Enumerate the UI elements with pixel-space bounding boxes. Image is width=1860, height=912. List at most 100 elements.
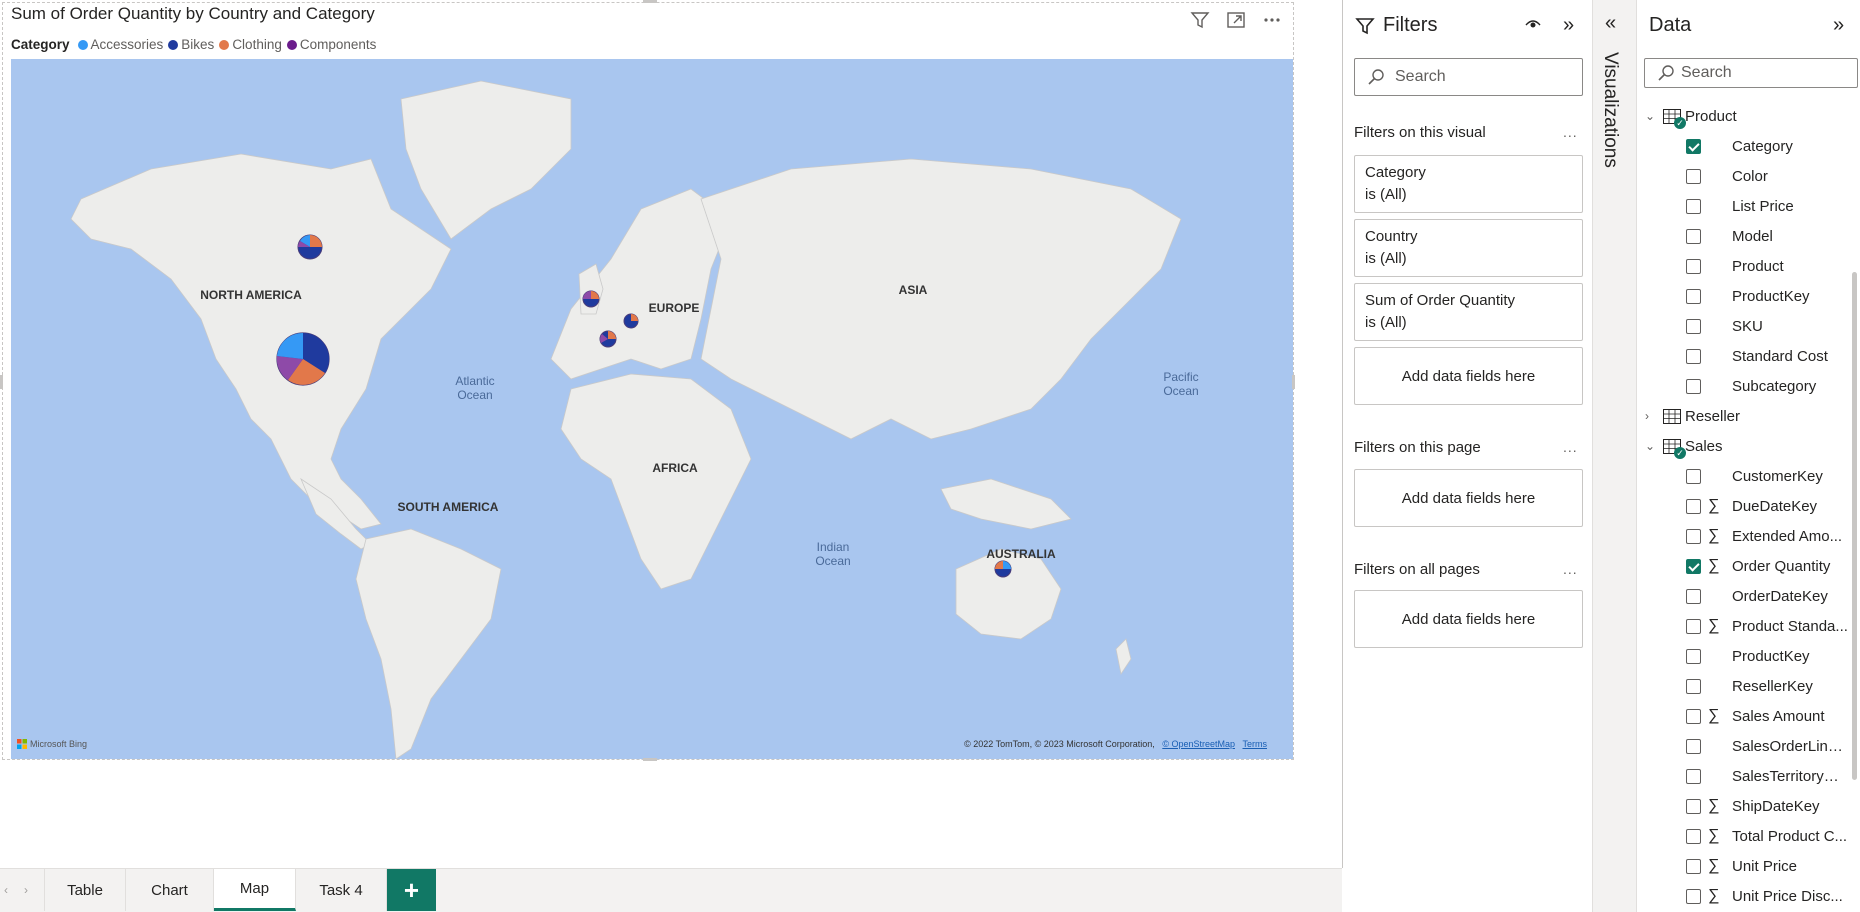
data-search-input[interactable]: Search — [1644, 58, 1858, 88]
field-row[interactable]: ∑ Total Product C... — [1637, 824, 1852, 848]
field-row[interactable]: ResellerKey — [1637, 674, 1852, 698]
chevron-left-icon[interactable]: ‹ — [4, 883, 8, 897]
field-checkbox[interactable] — [1686, 648, 1701, 664]
field-checkbox[interactable] — [1686, 138, 1701, 154]
resize-handle-bottom[interactable] — [643, 758, 657, 761]
tab-chart[interactable]: Chart — [126, 869, 214, 911]
field-row[interactable]: SKU — [1637, 314, 1852, 338]
field-checkbox[interactable] — [1686, 558, 1701, 574]
field-checkbox[interactable] — [1686, 768, 1701, 784]
more-options-icon[interactable]: ... — [1563, 561, 1578, 577]
field-checkbox[interactable] — [1686, 798, 1701, 814]
map-label-pacific-ocean: Ocean — [1163, 384, 1198, 398]
filter-card-country[interactable]: Country is (All) — [1354, 219, 1583, 277]
field-row[interactable]: ProductKey — [1637, 644, 1852, 668]
field-checkbox[interactable] — [1686, 828, 1701, 844]
legend-item-bikes[interactable]: Bikes — [168, 37, 214, 52]
field-checkbox[interactable] — [1686, 498, 1701, 514]
world-map[interactable]: NORTH AMERICA SOUTH AMERICA EUROPE ASIA … — [11, 59, 1293, 759]
add-fields-page-dropzone[interactable]: Add data fields here — [1354, 469, 1583, 527]
field-row[interactable]: Model — [1637, 224, 1852, 248]
field-checkbox[interactable] — [1686, 288, 1701, 304]
map-label-indian: Indian — [817, 540, 850, 554]
field-checkbox[interactable] — [1686, 588, 1701, 604]
field-row[interactable]: ∑ Order Quantity — [1637, 554, 1852, 578]
field-checkbox[interactable] — [1686, 378, 1701, 394]
field-row[interactable]: SalesTerritoryKey — [1637, 764, 1852, 788]
field-checkbox[interactable] — [1686, 258, 1701, 274]
visualizations-label[interactable]: Visualizations — [1599, 52, 1621, 168]
collapse-data-icon[interactable]: » — [1833, 14, 1844, 37]
field-row[interactable]: SalesOrderLine... — [1637, 734, 1852, 758]
field-row[interactable]: Category — [1637, 134, 1852, 158]
field-row[interactable]: ∑ DueDateKey — [1637, 494, 1852, 518]
legend-item-accessories[interactable]: Accessories — [77, 37, 163, 52]
field-checkbox[interactable] — [1686, 618, 1701, 634]
field-checkbox[interactable] — [1686, 858, 1701, 874]
field-checkbox[interactable] — [1686, 468, 1701, 484]
field-checkbox[interactable] — [1686, 168, 1701, 184]
eye-icon[interactable] — [1525, 16, 1541, 37]
chevron-right-icon[interactable]: › — [1645, 409, 1659, 423]
more-options-icon[interactable]: ... — [1563, 439, 1578, 455]
filter-icon[interactable] — [1189, 9, 1211, 31]
field-row[interactable]: ∑ Extended Amo... — [1637, 524, 1852, 548]
map-visual[interactable]: Sum of Order Quantity by Country and Cat… — [0, 0, 1295, 761]
field-row[interactable]: ∑ Unit Price — [1637, 854, 1852, 878]
field-checkbox[interactable] — [1686, 198, 1701, 214]
field-checkbox[interactable] — [1686, 738, 1701, 754]
terms-link[interactable]: Terms — [1243, 739, 1268, 749]
filter-card-category[interactable]: Category is (All) — [1354, 155, 1583, 213]
field-label: ResellerKey — [1732, 677, 1813, 695]
focus-mode-icon[interactable] — [1225, 9, 1247, 31]
more-options-icon[interactable]: ... — [1563, 124, 1578, 140]
field-row[interactable]: List Price — [1637, 194, 1852, 218]
table-reseller[interactable]: › Reseller — [1637, 404, 1852, 428]
field-row[interactable]: Subcategory — [1637, 374, 1852, 398]
field-checkbox[interactable] — [1686, 678, 1701, 694]
visualizations-pane-collapsed[interactable]: « Visualizations — [1592, 0, 1636, 912]
field-row[interactable]: ∑ Unit Price Disc... — [1637, 884, 1852, 908]
add-fields-all-pages-dropzone[interactable]: Add data fields here — [1354, 590, 1583, 648]
more-options-icon[interactable] — [1261, 9, 1283, 31]
openstreetmap-link[interactable]: © OpenStreetMap — [1162, 739, 1235, 749]
field-row[interactable]: ProductKey — [1637, 284, 1852, 308]
field-checkbox[interactable] — [1686, 318, 1701, 334]
chevron-down-icon[interactable]: ⌄ — [1645, 439, 1659, 453]
field-row[interactable]: Standard Cost — [1637, 344, 1852, 368]
field-row[interactable]: OrderDateKey — [1637, 584, 1852, 608]
field-label: Product — [1732, 257, 1784, 275]
field-checkbox[interactable] — [1686, 888, 1701, 904]
field-row[interactable]: CustomerKey — [1637, 464, 1852, 488]
field-label: CustomerKey — [1732, 467, 1823, 485]
filters-search-input[interactable]: Search — [1354, 58, 1583, 96]
resize-handle-right[interactable] — [1292, 375, 1295, 389]
field-row[interactable]: Color — [1637, 164, 1852, 188]
field-checkbox[interactable] — [1686, 228, 1701, 244]
legend-item-components[interactable]: Components — [286, 37, 376, 52]
table-sales[interactable]: ⌄ ✓ Sales — [1637, 434, 1852, 459]
report-canvas: Sum of Order Quantity by Country and Cat… — [0, 0, 1342, 868]
resize-handle-left[interactable] — [0, 375, 3, 389]
resize-handle-top[interactable] — [643, 0, 657, 3]
field-row[interactable]: Product — [1637, 254, 1852, 278]
collapse-filters-icon[interactable]: » — [1563, 14, 1574, 37]
legend-item-clothing[interactable]: Clothing — [219, 37, 282, 52]
chevron-right-icon[interactable]: › — [24, 883, 28, 897]
data-pane-scrollbar[interactable] — [1852, 272, 1857, 780]
field-row[interactable]: ∑ Sales Amount — [1637, 704, 1852, 728]
filter-card-sum-order-quantity[interactable]: Sum of Order Quantity is (All) — [1354, 283, 1583, 341]
expand-visualizations-icon[interactable]: « — [1605, 12, 1616, 35]
add-page-button[interactable]: + — [387, 869, 436, 911]
tab-task-4[interactable]: Task 4 — [296, 869, 387, 911]
field-checkbox[interactable] — [1686, 348, 1701, 364]
field-checkbox[interactable] — [1686, 708, 1701, 724]
field-row[interactable]: ∑ Product Standa... — [1637, 614, 1852, 638]
add-fields-visual-dropzone[interactable]: Add data fields here — [1354, 347, 1583, 405]
field-checkbox[interactable] — [1686, 528, 1701, 544]
field-row[interactable]: ∑ ShipDateKey — [1637, 794, 1852, 818]
chevron-down-icon[interactable]: ⌄ — [1645, 109, 1659, 123]
tab-table[interactable]: Table — [44, 869, 126, 911]
table-product[interactable]: ⌄ ✓ Product — [1637, 104, 1852, 129]
tab-map[interactable]: Map — [214, 869, 296, 911]
